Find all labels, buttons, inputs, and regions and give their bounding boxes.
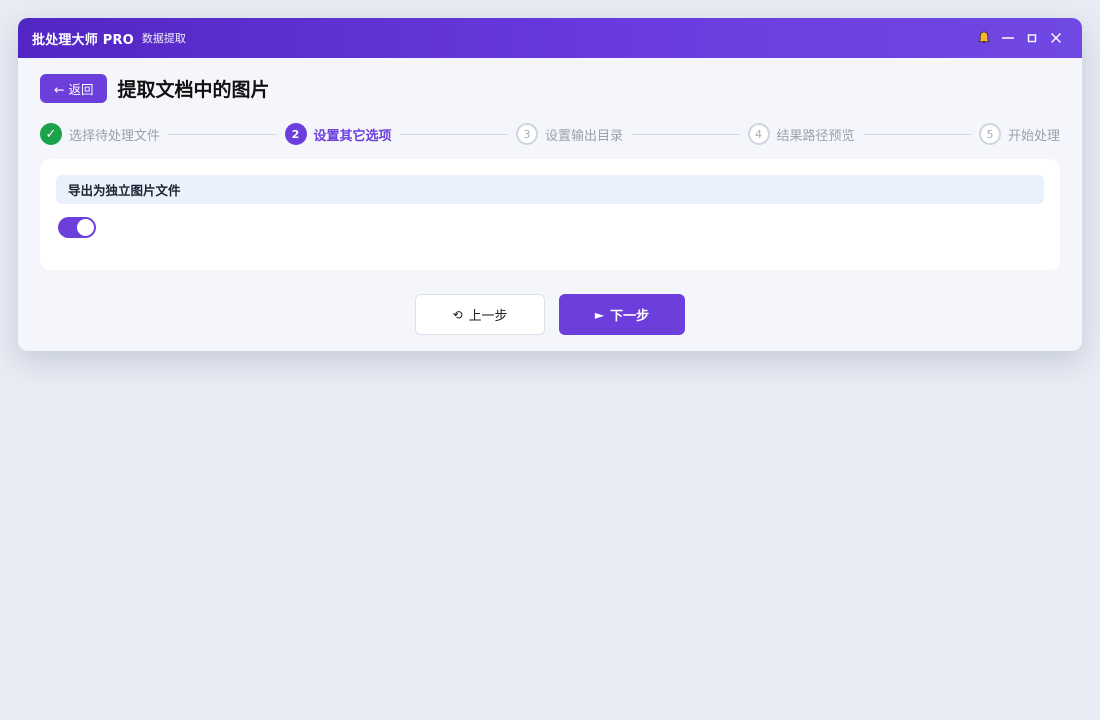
prev-step-label: 上一步: [468, 309, 508, 324]
step-connector: [631, 133, 740, 135]
option-label: 导出为独立图片文件: [56, 175, 1044, 204]
prev-step-button[interactable]: ⟲ 上一步: [415, 294, 545, 335]
step-number: 2: [284, 123, 307, 145]
step-number: 4: [747, 123, 770, 145]
app-window: 批处理大师 PRO 数据提取 ← 返回 提取文档中的图片 ✓ 选择待处理文件 2…: [18, 18, 1082, 351]
page-title: 提取文档中的图片: [117, 79, 270, 101]
main-content: ← 返回 提取文档中的图片 ✓ 选择待处理文件 2 设置其它选项 3 设置输出目…: [18, 58, 1082, 335]
check-icon: ✓: [40, 123, 62, 145]
app-subtitle: 数据提取: [141, 32, 186, 45]
step-connector: [168, 133, 277, 135]
close-icon[interactable]: [1044, 26, 1068, 50]
toggle-knob: [77, 219, 94, 236]
footer-actions: ⟲ 上一步 ► 下一步: [40, 294, 1060, 335]
step-label: 设置输出目录: [545, 128, 624, 144]
next-step-button[interactable]: ► 下一步: [559, 294, 685, 335]
title-bar: 批处理大师 PRO 数据提取: [18, 18, 1082, 58]
bell-icon[interactable]: [972, 26, 996, 50]
step-label: 结果路径预览: [776, 128, 855, 144]
step-connector: [399, 133, 508, 135]
step-connector: [862, 133, 971, 135]
stepper: ✓ 选择待处理文件 2 设置其它选项 3 设置输出目录 4 结果路径预览 5 开…: [40, 123, 1060, 145]
back-button[interactable]: ← 返回: [40, 74, 108, 103]
page-header: ← 返回 提取文档中的图片: [40, 74, 1060, 103]
step-label: 选择待处理文件: [69, 128, 161, 144]
export-images-toggle[interactable]: [58, 217, 96, 238]
step-1[interactable]: ✓ 选择待处理文件: [40, 123, 160, 145]
step-number: 5: [979, 123, 1001, 145]
play-icon: ►: [594, 307, 605, 322]
step-2[interactable]: 2 设置其它选项: [284, 123, 392, 145]
options-card: 导出为独立图片文件: [40, 159, 1060, 270]
undo-icon: ⟲: [452, 307, 463, 322]
next-step-label: 下一步: [610, 309, 650, 324]
step-label: 设置其它选项: [313, 128, 392, 144]
app-title: 批处理大师 PRO: [32, 32, 134, 48]
step-label: 开始处理: [1008, 128, 1061, 144]
step-3[interactable]: 3 设置输出目录: [516, 123, 623, 145]
minimize-icon[interactable]: [996, 26, 1020, 50]
step-5[interactable]: 5 开始处理: [979, 123, 1060, 145]
step-4[interactable]: 4 结果路径预览: [747, 123, 855, 145]
maximize-icon[interactable]: [1020, 26, 1044, 50]
step-number: 3: [516, 123, 538, 145]
